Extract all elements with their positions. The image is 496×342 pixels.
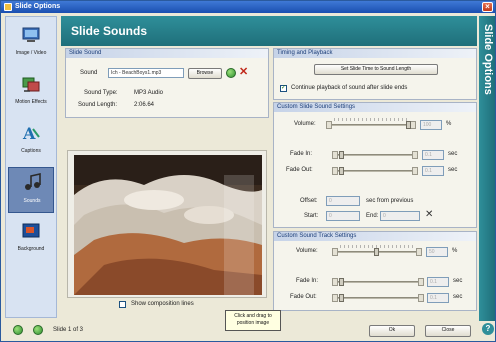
track-fade-in-field[interactable]: 0.1 [427, 277, 449, 287]
image-preview-panel [67, 150, 267, 298]
custom-slide-sound-group: Custom Slide Sound Settings Volume: 100 … [273, 102, 477, 228]
custom-sound-track-group: Custom Sound Track Settings Volume: 50 %… [273, 231, 477, 311]
options-sidebar: Image / Video Motion Effects A Captions [5, 16, 57, 318]
track-volume-unit: % [452, 248, 458, 254]
custom-sound-track-heading: Custom Sound Track Settings [274, 232, 476, 241]
remove-sound-icon[interactable]: ✕ [239, 65, 248, 78]
previous-slide-icon[interactable] [13, 325, 23, 335]
fade-in-label: Fade In: [290, 151, 313, 157]
slider-thumb[interactable] [374, 248, 379, 256]
end-field[interactable]: 0 [380, 211, 420, 221]
clear-range-icon[interactable]: ✕ [425, 209, 433, 220]
image-video-icon [22, 27, 40, 42]
slide-sound-heading: Slide Sound [66, 49, 268, 58]
volume-unit: % [446, 121, 452, 127]
sounds-icon [25, 173, 41, 190]
sound-length-value: 2:06.64 [134, 102, 155, 108]
sidebar-item-sounds[interactable]: Sounds [8, 167, 54, 213]
sidebar-item-label: Sounds [23, 198, 41, 204]
track-volume-slider[interactable] [332, 245, 422, 256]
slider-thumb[interactable] [406, 121, 411, 129]
volume-label: Volume: [294, 121, 316, 127]
sound-type-value: MP3 Audio [134, 90, 164, 96]
next-slide-icon[interactable] [33, 325, 43, 335]
title-bar: Slide Options × [1, 1, 495, 13]
offset-label: Offset: [300, 198, 318, 204]
track-fade-out-field[interactable]: 0.1 [427, 293, 449, 303]
svg-text:A: A [22, 124, 36, 143]
track-fade-in-slider[interactable] [332, 278, 424, 286]
track-volume-label: Volume: [296, 248, 318, 254]
slide-options-window: Slide Options × Image / Video Motion Eff… [0, 0, 496, 342]
slider-thumb[interactable] [339, 151, 344, 159]
slide-fade-out-slider[interactable] [332, 167, 418, 175]
status-bar: Slide 1 of 3 Ok Close [5, 322, 479, 338]
slider-thumb[interactable] [339, 167, 344, 175]
slide-volume-slider[interactable] [326, 118, 416, 129]
slider-thumb[interactable] [339, 294, 344, 302]
start-field[interactable]: 0 [326, 211, 360, 221]
fade-out-unit: sec [448, 167, 458, 173]
motion-effects-icon [22, 77, 40, 92]
sidebar-item-captions[interactable]: A Captions [8, 118, 54, 164]
side-banner: Slide Options [479, 16, 495, 321]
end-label: End: [366, 213, 379, 219]
offset-field[interactable]: 0 [326, 196, 360, 206]
captions-icon: A [22, 124, 40, 143]
continue-playback-checkbox[interactable]: ✓ [280, 85, 287, 92]
slide-fade-in-field[interactable]: 0.1 [422, 150, 444, 160]
sidebar-item-background[interactable]: Background [8, 216, 54, 262]
help-icon[interactable]: ? [482, 323, 494, 335]
ok-button[interactable]: Ok [369, 325, 415, 337]
track-fade-out-label: Fade Out: [290, 294, 317, 300]
sidebar-item-label: Background [17, 246, 45, 252]
slide-volume-field[interactable]: 100 [420, 120, 442, 130]
slide-sound-group: Slide Sound Sound Ich - BeachBoys1.mp3 B… [65, 48, 269, 118]
slider-thumb[interactable] [339, 278, 344, 286]
track-fade-out-unit: sec [453, 294, 463, 300]
track-fade-out-slider[interactable] [332, 294, 424, 302]
custom-slide-sound-heading: Custom Slide Sound Settings [274, 103, 476, 112]
close-button[interactable]: Close [425, 325, 471, 337]
slide-fade-in-slider[interactable] [332, 151, 418, 159]
sound-label: Sound [80, 70, 98, 76]
fade-in-unit: sec [448, 151, 458, 157]
sidebar-item-image-video[interactable]: Image / Video [8, 20, 54, 66]
timing-playback-heading: Timing and Playback [274, 49, 476, 58]
side-banner-text: Slide Options [482, 24, 494, 95]
show-composition-lines-checkbox[interactable]: ✓ [119, 301, 126, 308]
sidebar-item-label: Image / Video [15, 50, 47, 56]
app-icon [4, 3, 12, 11]
page-title: Slide Sounds [61, 16, 477, 46]
timing-playback-group: Timing and Playback Set Slide Time to So… [273, 48, 477, 100]
slide-fade-out-field[interactable]: 0.1 [422, 166, 444, 176]
sidebar-item-motion-effects[interactable]: Motion Effects [8, 69, 54, 115]
sidebar-item-label: Captions [21, 148, 41, 154]
offset-suffix: sec from previous [366, 198, 414, 204]
show-composition-lines-label: Show composition lines [131, 301, 194, 307]
fade-out-label: Fade Out: [286, 167, 313, 173]
browse-button[interactable]: Browse [188, 68, 222, 79]
set-slide-time-button[interactable]: Set Slide Time to Sound Length [314, 64, 438, 75]
start-label: Start: [304, 213, 319, 219]
track-volume-field[interactable]: 50 [426, 247, 448, 257]
sound-file-field[interactable]: Ich - BeachBoys1.mp3 [108, 68, 184, 78]
sound-length-label: Sound Length: [78, 102, 118, 108]
beach-photo [74, 155, 262, 295]
slide-counter: Slide 1 of 3 [53, 327, 84, 333]
track-fade-in-unit: sec [453, 278, 463, 284]
sound-type-label: Sound Type: [84, 90, 118, 96]
sidebar-item-label: Motion Effects [15, 99, 47, 105]
track-fade-in-label: Fade In: [296, 278, 319, 284]
slide-preview-image[interactable] [74, 155, 262, 295]
close-window-icon[interactable]: × [482, 2, 493, 12]
window-title: Slide Options [15, 3, 61, 10]
background-icon [22, 223, 40, 238]
play-sound-icon[interactable] [226, 68, 236, 78]
continue-playback-label: Continue playback of sound after slide e… [291, 85, 408, 91]
